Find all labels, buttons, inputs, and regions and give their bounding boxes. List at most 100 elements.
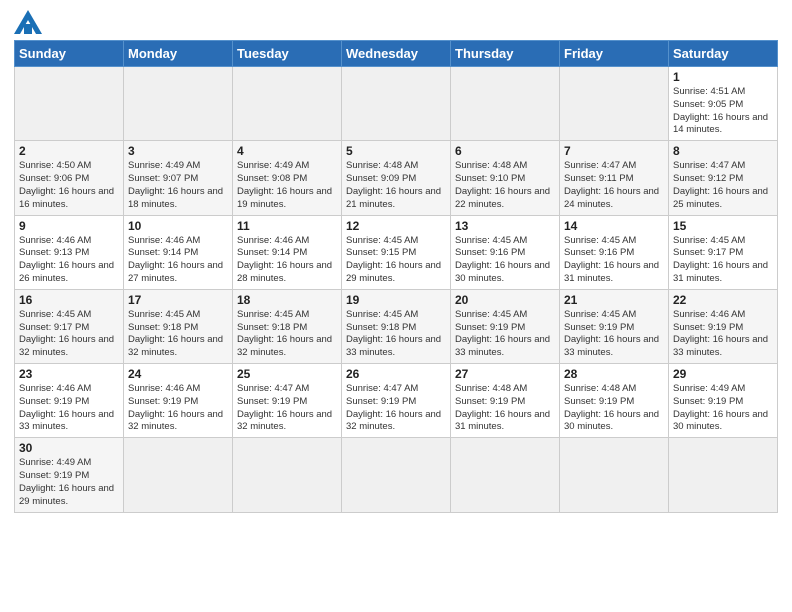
day-number: 7 bbox=[564, 144, 664, 158]
day-info: Sunrise: 4:46 AMSunset: 9:14 PMDaylight:… bbox=[237, 235, 337, 286]
day-info: Sunrise: 4:51 AMSunset: 9:05 PMDaylight:… bbox=[673, 86, 773, 137]
day-number: 19 bbox=[346, 293, 446, 307]
logo-icon bbox=[14, 10, 42, 34]
day-number: 30 bbox=[19, 441, 119, 455]
table-row: 5 Sunrise: 4:48 AMSunset: 9:09 PMDaylight… bbox=[342, 141, 451, 215]
day-number: 26 bbox=[346, 367, 446, 381]
day-info: Sunrise: 4:49 AMSunset: 9:08 PMDaylight:… bbox=[237, 160, 337, 211]
day-info: Sunrise: 4:45 AMSunset: 9:16 PMDaylight:… bbox=[455, 235, 555, 286]
day-info: Sunrise: 4:45 AMSunset: 9:19 PMDaylight:… bbox=[455, 309, 555, 360]
col-tuesday: Tuesday bbox=[233, 41, 342, 67]
day-info: Sunrise: 4:45 AMSunset: 9:19 PMDaylight:… bbox=[564, 309, 664, 360]
day-info: Sunrise: 4:50 AMSunset: 9:06 PMDaylight:… bbox=[19, 160, 119, 211]
day-info: Sunrise: 4:48 AMSunset: 9:09 PMDaylight:… bbox=[346, 160, 446, 211]
table-row: 16Sunrise: 4:45 AMSunset: 9:17 PMDayligh… bbox=[15, 289, 124, 363]
day-number: 15 bbox=[673, 219, 773, 233]
col-monday: Monday bbox=[124, 41, 233, 67]
day-number: 17 bbox=[128, 293, 228, 307]
calendar-header: Sunday Monday Tuesday Wednesday Thursday… bbox=[15, 41, 778, 67]
day-info: Sunrise: 4:45 AMSunset: 9:15 PMDaylight:… bbox=[346, 235, 446, 286]
table-row: 29Sunrise: 4:49 AMSunset: 9:19 PMDayligh… bbox=[669, 364, 778, 438]
day-number: 16 bbox=[19, 293, 119, 307]
calendar-body: 1 Sunrise: 4:51 AMSunset: 9:05 PMDaylight… bbox=[15, 67, 778, 513]
day-info: Sunrise: 4:45 AMSunset: 9:18 PMDaylight:… bbox=[128, 309, 228, 360]
day-number: 4 bbox=[237, 144, 337, 158]
table-row: 8 Sunrise: 4:47 AMSunset: 9:12 PMDaylight… bbox=[669, 141, 778, 215]
days-row: Sunday Monday Tuesday Wednesday Thursday… bbox=[15, 41, 778, 67]
table-row: 9Sunrise: 4:46 AMSunset: 9:13 PMDaylight… bbox=[15, 215, 124, 289]
day-number: 14 bbox=[564, 219, 664, 233]
calendar-week-4: 23 Sunrise: 4:46 AMSunset: 9:19 PMDayligh… bbox=[15, 364, 778, 438]
day-number: 21 bbox=[564, 293, 664, 307]
day-info: Sunrise: 4:45 AMSunset: 9:17 PMDaylight:… bbox=[673, 235, 773, 286]
table-row: 13Sunrise: 4:45 AMSunset: 9:16 PMDayligh… bbox=[451, 215, 560, 289]
day-info: Sunrise: 4:47 AMSunset: 9:11 PMDaylight:… bbox=[564, 160, 664, 211]
col-thursday: Thursday bbox=[451, 41, 560, 67]
day-info: Sunrise: 4:48 AMSunset: 9:19 PMDaylight:… bbox=[564, 383, 664, 434]
day-info: Sunrise: 4:46 AMSunset: 9:14 PMDaylight:… bbox=[128, 235, 228, 286]
day-number: 22 bbox=[673, 293, 773, 307]
day-info: Sunrise: 4:47 AMSunset: 9:12 PMDaylight:… bbox=[673, 160, 773, 211]
table-row bbox=[124, 67, 233, 141]
table-row bbox=[451, 67, 560, 141]
table-row: 17 Sunrise: 4:45 AMSunset: 9:18 PMDayligh… bbox=[124, 289, 233, 363]
table-row: 27Sunrise: 4:48 AMSunset: 9:19 PMDayligh… bbox=[451, 364, 560, 438]
day-number: 8 bbox=[673, 144, 773, 158]
day-info: Sunrise: 4:47 AMSunset: 9:19 PMDaylight:… bbox=[346, 383, 446, 434]
day-info: Sunrise: 4:46 AMSunset: 9:19 PMDaylight:… bbox=[128, 383, 228, 434]
day-number: 11 bbox=[237, 219, 337, 233]
day-number: 3 bbox=[128, 144, 228, 158]
day-info: Sunrise: 4:49 AMSunset: 9:19 PMDaylight:… bbox=[19, 457, 119, 508]
day-number: 29 bbox=[673, 367, 773, 381]
table-row: 6Sunrise: 4:48 AMSunset: 9:10 PMDaylight… bbox=[451, 141, 560, 215]
day-info: Sunrise: 4:48 AMSunset: 9:19 PMDaylight:… bbox=[455, 383, 555, 434]
col-friday: Friday bbox=[560, 41, 669, 67]
col-sunday: Sunday bbox=[15, 41, 124, 67]
table-row: 21 Sunrise: 4:45 AMSunset: 9:19 PMDayligh… bbox=[560, 289, 669, 363]
table-row bbox=[451, 438, 560, 512]
day-number: 24 bbox=[128, 367, 228, 381]
table-row: 10 Sunrise: 4:46 AMSunset: 9:14 PMDayligh… bbox=[124, 215, 233, 289]
col-wednesday: Wednesday bbox=[342, 41, 451, 67]
table-row: 15 Sunrise: 4:45 AMSunset: 9:17 PMDayligh… bbox=[669, 215, 778, 289]
day-number: 6 bbox=[455, 144, 555, 158]
day-info: Sunrise: 4:45 AMSunset: 9:18 PMDaylight:… bbox=[346, 309, 446, 360]
day-info: Sunrise: 4:47 AMSunset: 9:19 PMDaylight:… bbox=[237, 383, 337, 434]
table-row: 12Sunrise: 4:45 AMSunset: 9:15 PMDayligh… bbox=[342, 215, 451, 289]
day-number: 20 bbox=[455, 293, 555, 307]
table-row: 25Sunrise: 4:47 AMSunset: 9:19 PMDayligh… bbox=[233, 364, 342, 438]
day-number: 18 bbox=[237, 293, 337, 307]
table-row bbox=[233, 438, 342, 512]
calendar-week-2: 9Sunrise: 4:46 AMSunset: 9:13 PMDaylight… bbox=[15, 215, 778, 289]
day-number: 10 bbox=[128, 219, 228, 233]
table-row: 11 Sunrise: 4:46 AMSunset: 9:14 PMDayligh… bbox=[233, 215, 342, 289]
header bbox=[14, 10, 778, 34]
day-number: 2 bbox=[19, 144, 119, 158]
table-row: 30 Sunrise: 4:49 AMSunset: 9:19 PMDayligh… bbox=[15, 438, 124, 512]
table-row: 3 Sunrise: 4:49 AMSunset: 9:07 PMDaylight… bbox=[124, 141, 233, 215]
day-info: Sunrise: 4:45 AMSunset: 9:18 PMDaylight:… bbox=[237, 309, 337, 360]
calendar: Sunday Monday Tuesday Wednesday Thursday… bbox=[14, 40, 778, 513]
table-row bbox=[560, 67, 669, 141]
table-row: 4 Sunrise: 4:49 AMSunset: 9:08 PMDaylight… bbox=[233, 141, 342, 215]
table-row: 22Sunrise: 4:46 AMSunset: 9:19 PMDayligh… bbox=[669, 289, 778, 363]
day-number: 1 bbox=[673, 70, 773, 84]
col-saturday: Saturday bbox=[669, 41, 778, 67]
day-number: 5 bbox=[346, 144, 446, 158]
day-info: Sunrise: 4:46 AMSunset: 9:13 PMDaylight:… bbox=[19, 235, 119, 286]
day-info: Sunrise: 4:46 AMSunset: 9:19 PMDaylight:… bbox=[19, 383, 119, 434]
logo bbox=[14, 10, 46, 34]
table-row: 23 Sunrise: 4:46 AMSunset: 9:19 PMDayligh… bbox=[15, 364, 124, 438]
table-row: 1 Sunrise: 4:51 AMSunset: 9:05 PMDaylight… bbox=[669, 67, 778, 141]
table-row: 24 Sunrise: 4:46 AMSunset: 9:19 PMDayligh… bbox=[124, 364, 233, 438]
day-number: 23 bbox=[19, 367, 119, 381]
table-row: 28 Sunrise: 4:48 AMSunset: 9:19 PMDayligh… bbox=[560, 364, 669, 438]
day-number: 28 bbox=[564, 367, 664, 381]
table-row: 26 Sunrise: 4:47 AMSunset: 9:19 PMDayligh… bbox=[342, 364, 451, 438]
day-info: Sunrise: 4:49 AMSunset: 9:07 PMDaylight:… bbox=[128, 160, 228, 211]
table-row: 2 Sunrise: 4:50 AMSunset: 9:06 PMDaylight… bbox=[15, 141, 124, 215]
table-row bbox=[233, 67, 342, 141]
day-info: Sunrise: 4:45 AMSunset: 9:16 PMDaylight:… bbox=[564, 235, 664, 286]
table-row: 7 Sunrise: 4:47 AMSunset: 9:11 PMDaylight… bbox=[560, 141, 669, 215]
table-row: 20 Sunrise: 4:45 AMSunset: 9:19 PMDayligh… bbox=[451, 289, 560, 363]
